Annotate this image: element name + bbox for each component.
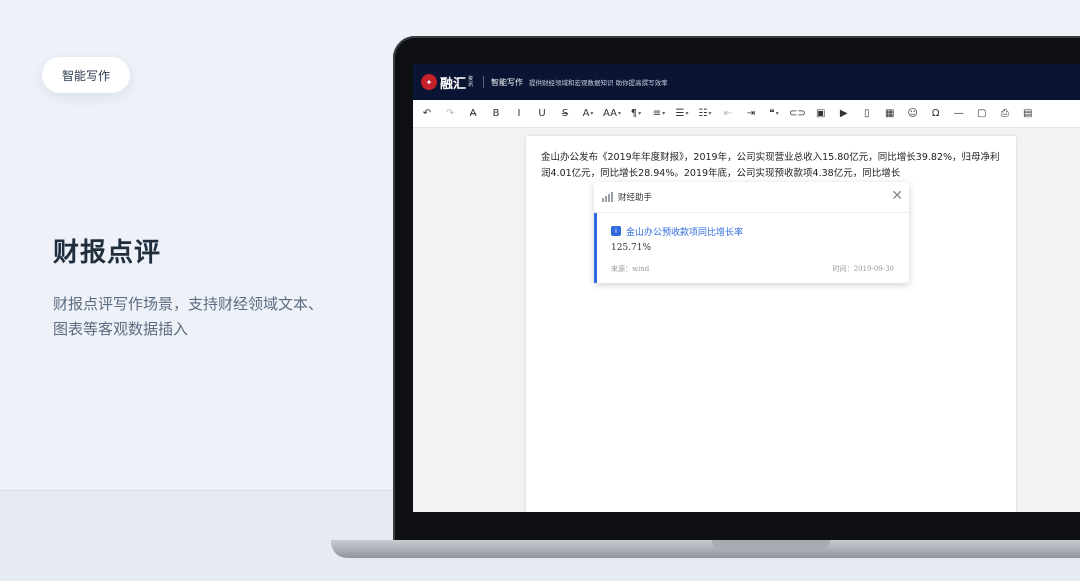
- horizontal-rule-icon[interactable]: —: [951, 104, 967, 124]
- close-icon[interactable]: ✕: [891, 189, 903, 203]
- laptop-base: [331, 540, 1080, 558]
- logo-icon: ✦: [421, 74, 437, 90]
- hero-title: 财报点评: [53, 238, 162, 268]
- chevron-down-icon[interactable]: ▾: [662, 110, 665, 117]
- hero-description: 财报点评写作场景，支持财经领域文本、图表等客观数据插入: [53, 295, 324, 338]
- bullet-list-icon-glyph: ☷: [698, 108, 708, 119]
- app-header: ✦ 融汇 资讯 智能写作 提供财经领域和宏观数据知识 助你提高撰写效率: [413, 64, 1080, 100]
- logo-text: 融汇: [440, 76, 467, 92]
- chevron-down-icon[interactable]: ▾: [590, 110, 593, 117]
- document-text[interactable]: 金山办公发布《2019年年度财报》，2019年，公司实现营业总收入15.80亿元…: [541, 150, 1003, 182]
- file-icon-glyph: ▯: [863, 108, 870, 119]
- bold-icon-glyph: B: [492, 108, 500, 119]
- card-value: 125.71%: [611, 243, 652, 253]
- app-title: 智能写作: [491, 77, 524, 87]
- font-size-icon[interactable]: AA ▾: [603, 104, 621, 124]
- indent-icon-glyph: ⇥: [746, 108, 756, 119]
- horizontal-rule-icon-glyph: —: [953, 108, 964, 119]
- bold-icon[interactable]: B: [488, 104, 504, 124]
- emoji-icon-glyph: ☺: [907, 108, 918, 119]
- italic-icon[interactable]: I: [511, 104, 527, 124]
- card-title[interactable]: 金山办公预收款项同比增长率: [626, 225, 743, 238]
- chevron-down-icon[interactable]: ▾: [685, 110, 688, 117]
- table-icon-glyph: ▦: [885, 108, 895, 119]
- export-icon[interactable]: ▤: [1020, 104, 1036, 124]
- chart-bars-icon: [602, 192, 613, 202]
- chevron-down-icon[interactable]: ▾: [776, 110, 779, 117]
- assistant-title: 财经助手: [618, 193, 653, 203]
- data-suggestion-card[interactable]: i 金山办公预收款项同比增长率 125.71% 来源：wind 时间：2019-…: [594, 213, 909, 283]
- ordered-list-icon-glyph: ☰: [675, 108, 685, 119]
- image-icon[interactable]: ▣: [813, 104, 829, 124]
- redo-icon[interactable]: ↷: [442, 104, 458, 124]
- video-icon[interactable]: ▶: [836, 104, 852, 124]
- file-icon[interactable]: ▯: [859, 104, 875, 124]
- redo-icon-glyph: ↷: [445, 108, 455, 119]
- code-icon[interactable]: ▢: [974, 104, 990, 124]
- video-icon-glyph: ▶: [839, 108, 848, 119]
- laptop-screen: ✦ 融汇 资讯 智能写作 提供财经领域和宏观数据知识 助你提高撰写效率 ↶ ↷ A̶…: [413, 64, 1080, 512]
- smart-writing-tag[interactable]: 智能写作: [42, 57, 130, 93]
- chevron-down-icon[interactable]: ▾: [638, 110, 641, 117]
- align-icon-glyph: ≡: [652, 108, 662, 119]
- export-icon-glyph: ▤: [1023, 108, 1033, 119]
- outdent-icon-glyph: ⇤: [723, 108, 733, 119]
- undo-icon[interactable]: ↶: [419, 104, 435, 124]
- bullet-list-icon[interactable]: ☷ ▾: [697, 104, 713, 124]
- undo-icon-glyph: ↶: [422, 108, 432, 119]
- chevron-down-icon[interactable]: ▾: [708, 110, 711, 117]
- card-time: 时间：2019-09-30: [832, 265, 894, 273]
- special-char-icon[interactable]: Ω: [928, 104, 944, 124]
- clear-format-icon-glyph: A̶: [469, 108, 477, 119]
- font-size-icon-glyph: AA: [603, 108, 617, 119]
- paragraph-icon[interactable]: ¶ ▾: [628, 104, 644, 124]
- italic-icon-glyph: I: [517, 108, 521, 119]
- table-icon[interactable]: ▦: [882, 104, 898, 124]
- assistant-header: 财经助手 ✕: [594, 182, 909, 213]
- clear-format-icon[interactable]: A̶: [465, 104, 481, 124]
- font-color-icon[interactable]: A ▾: [580, 104, 596, 124]
- app-slogan: 提供财经领域和宏观数据知识 助你提高撰写效率: [529, 79, 668, 87]
- quote-icon[interactable]: ❝ ▾: [766, 104, 782, 124]
- editor-toolbar: ↶ ↷ A̶ B I U S̶ A ▾ AA ▾ ¶ ▾ ≡ ▾ ☰ ▾ ☷ ▾ ⇤ ⇥ ❝ ▾ ⊂⊃ ▣ ▶ ▯ ▦ ☺ Ω — ▢ ⎙ ▤: [413, 100, 1080, 128]
- underline-icon[interactable]: U: [534, 104, 550, 124]
- print-icon-glyph: ⎙: [1000, 108, 1009, 119]
- info-icon: i: [611, 226, 621, 236]
- chevron-down-icon[interactable]: ▾: [618, 110, 621, 117]
- card-source: 来源：wind: [611, 265, 650, 273]
- ordered-list-icon[interactable]: ☰ ▾: [674, 104, 690, 124]
- quote-icon-glyph: ❝: [769, 108, 775, 119]
- align-icon[interactable]: ≡ ▾: [651, 104, 667, 124]
- logo-subtext: 资讯: [468, 76, 474, 88]
- header-divider: [483, 76, 485, 88]
- emoji-icon[interactable]: ☺: [905, 104, 921, 124]
- paragraph-icon-glyph: ¶: [630, 108, 638, 119]
- font-color-icon-glyph: A: [582, 108, 590, 119]
- strikethrough-icon-glyph: S̶: [561, 108, 569, 119]
- underline-icon-glyph: U: [538, 108, 546, 119]
- link-icon[interactable]: ⊂⊃: [789, 104, 806, 124]
- strikethrough-icon[interactable]: S̶: [557, 104, 573, 124]
- print-icon[interactable]: ⎙: [997, 104, 1013, 124]
- link-icon-glyph: ⊂⊃: [788, 108, 806, 119]
- outdent-icon[interactable]: ⇤: [720, 104, 736, 124]
- laptop-notch: [712, 540, 830, 549]
- code-icon-glyph: ▢: [977, 108, 987, 119]
- image-icon-glyph: ▣: [816, 108, 826, 119]
- finance-assistant-popup: 财经助手 ✕ i 金山办公预收款项同比增长率 125.71% 来源：wind 时…: [594, 182, 909, 283]
- indent-icon[interactable]: ⇥: [743, 104, 759, 124]
- special-char-icon-glyph: Ω: [931, 108, 940, 119]
